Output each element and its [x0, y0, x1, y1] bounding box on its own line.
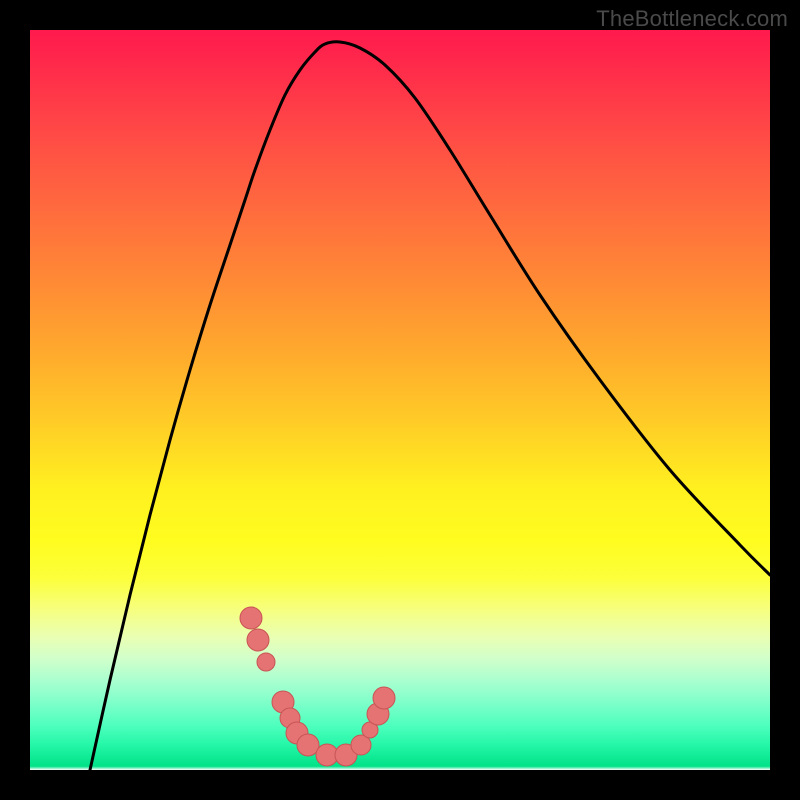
bottleneck-curve: [90, 42, 770, 770]
data-marker: [247, 629, 269, 651]
attribution-text: TheBottleneck.com: [596, 6, 788, 32]
data-marker: [373, 687, 395, 709]
curve-markers: [240, 607, 395, 766]
data-marker: [257, 653, 275, 671]
chart-frame: TheBottleneck.com: [0, 0, 800, 800]
data-marker: [240, 607, 262, 629]
curve-layer: [30, 30, 770, 770]
plot-area: [30, 30, 770, 770]
data-marker: [297, 734, 319, 756]
